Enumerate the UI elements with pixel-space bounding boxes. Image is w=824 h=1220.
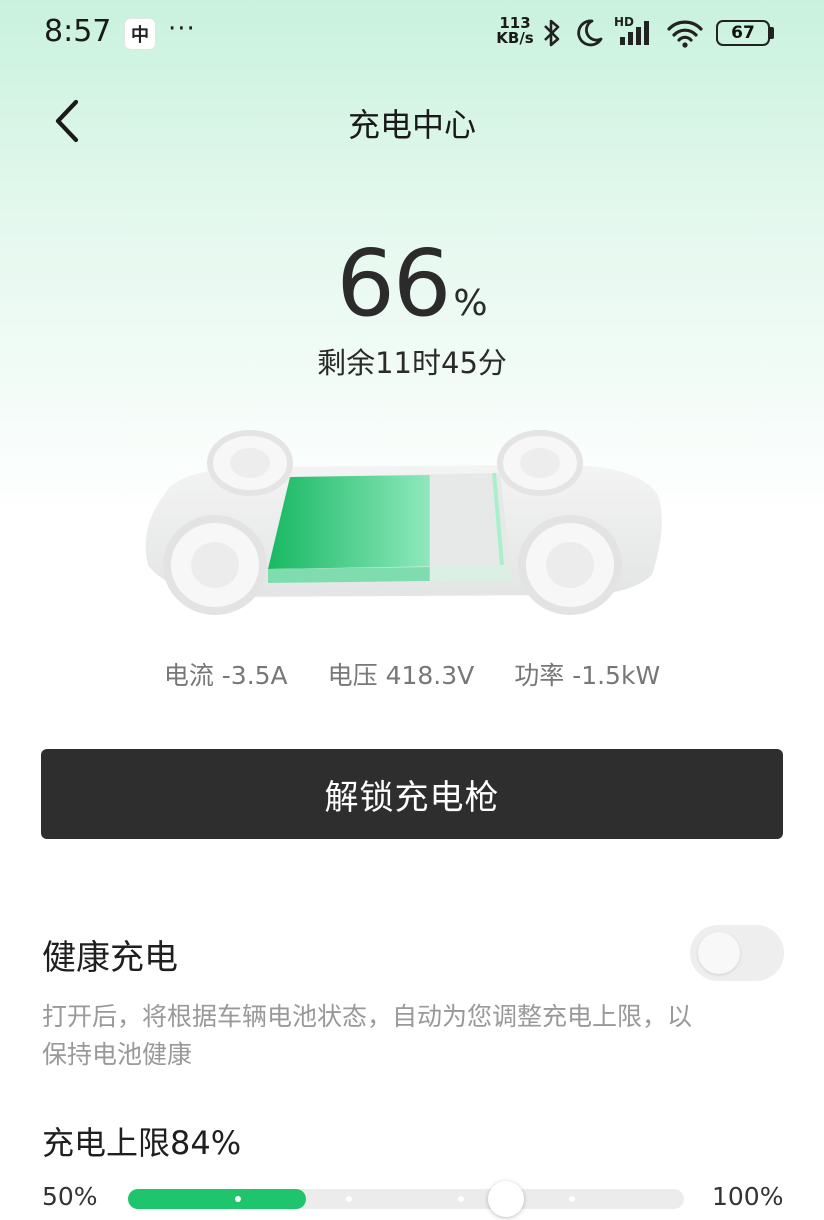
battery-cap (770, 27, 774, 39)
unlock-charging-gun-button[interactable]: 解锁充电枪 (41, 749, 783, 839)
slider-tick (569, 1196, 575, 1202)
charge-percent-unit: % (453, 283, 488, 324)
slider-tick (346, 1196, 352, 1202)
more-notifications-icon: ··· (168, 14, 196, 44)
charge-percent-value: 66 (336, 230, 451, 337)
app-notification-glyph: 中 (131, 25, 149, 46)
front-wheel-top (497, 430, 583, 496)
voltage-label: 电压 (327, 661, 378, 690)
wifi-icon (667, 20, 703, 48)
voltage-value: 418.3V (385, 661, 475, 690)
charge-limit-slider[interactable] (128, 1181, 684, 1217)
power-stat: 功率 -1.5kW (514, 656, 660, 692)
battery-pack (268, 472, 510, 583)
slider-tick (458, 1196, 464, 1202)
slider-thumb[interactable] (488, 1181, 525, 1217)
health-charging-description: 打开后，将根据车辆电池状态，自动为您调整充电上限，以保持电池健康 (42, 1002, 693, 1069)
front-wheel-bottom (518, 515, 622, 615)
slider-tick (235, 1196, 241, 1202)
slider-min-label: 50% (42, 1182, 98, 1211)
network-speed: 113 KB/s (493, 16, 537, 46)
charge-limit-value: 84% (170, 1124, 242, 1162)
page-title: 充电中心 (347, 106, 476, 144)
charge-limit-title: 充电上限84% (42, 1118, 241, 1164)
current-value: -3.5A (221, 661, 288, 690)
current-stat: 电流 -3.5A (164, 656, 288, 692)
charge-level: 66% (0, 230, 824, 337)
charge-limit-label: 充电上限 (42, 1124, 171, 1162)
bluetooth-icon (544, 19, 560, 47)
rear-wheel-top (207, 430, 293, 496)
toggle-knob (698, 932, 740, 974)
slider-max-label: 100% (712, 1182, 784, 1211)
battery-fill-edge (268, 567, 430, 583)
status-bar: 8:57 中 ··· 113 KB/s HD 67 (0, 0, 824, 66)
app-notification-icon: 中 (124, 18, 156, 50)
current-label: 电流 (163, 661, 214, 690)
health-charging-title: 健康充电 (42, 938, 178, 978)
health-charging-toggle[interactable] (690, 925, 784, 981)
power-value: -1.5kW (572, 661, 661, 690)
charging-stats: 电流 -3.5A 电压 418.3V 功率 -1.5kW (0, 656, 824, 692)
car-battery-graphic (145, 430, 662, 615)
battery-level: 67 (731, 23, 755, 43)
voltage-stat: 电压 418.3V (328, 656, 475, 692)
status-time: 8:57 (44, 14, 112, 49)
rear-wheel-bottom (163, 515, 267, 615)
slider-fill (128, 1189, 306, 1209)
battery-fill (268, 475, 430, 569)
moon-icon (577, 19, 603, 47)
network-speed-unit: KB/s (496, 29, 534, 47)
battery-icon: 67 (716, 20, 770, 46)
remaining-time: 剩余11时45分 (317, 346, 507, 380)
signal-icon (620, 21, 649, 45)
power-label: 功率 (514, 661, 565, 690)
